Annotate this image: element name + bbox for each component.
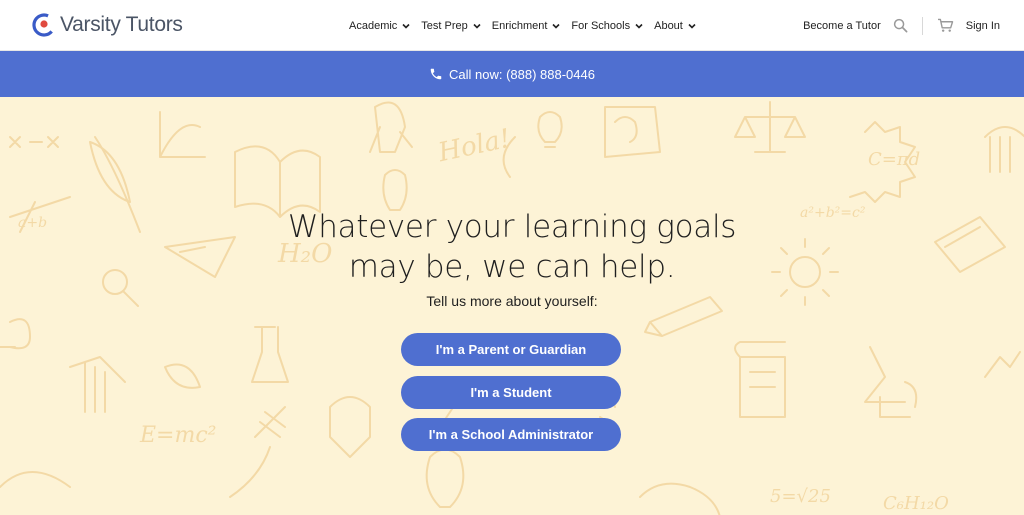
chevron-down-icon [552, 23, 560, 29]
brand-name: Varsity Tutors [60, 13, 183, 36]
nav-divider [921, 16, 923, 35]
svg-text:E=mc²: E=mc² [139, 423, 217, 448]
logo-mark-icon [32, 13, 56, 37]
cart-button[interactable] [937, 18, 954, 33]
phone-icon [430, 68, 442, 80]
chevron-down-icon [635, 23, 643, 29]
cart-icon [937, 18, 953, 32]
menu-academic[interactable]: Academic [349, 20, 410, 32]
menu-for-schools[interactable]: For Schools [571, 20, 643, 32]
menu-label: For Schools [571, 19, 631, 32]
menu-label: About [654, 19, 683, 32]
brand-logo[interactable]: Varsity Tutors [32, 10, 183, 40]
menu-test-prep[interactable]: Test Prep [421, 19, 481, 32]
menu-about[interactable]: About [654, 20, 696, 32]
top-navigation: Varsity Tutors Academic Test Prep Enrich… [0, 0, 1024, 51]
menu-label: Enrichment [491, 19, 548, 32]
svg-text:a²+b²=c²: a²+b²=c² [800, 205, 866, 221]
become-tutor-link[interactable]: Become a Tutor [803, 20, 881, 32]
hero-headline: Whatever your learning goals may be, we … [287, 209, 737, 285]
hero-subhead: Tell us more about yourself: [426, 293, 598, 309]
call-now-text: Call now: (888) 888-0446 [449, 66, 595, 82]
svg-text:5=√25: 5=√25 [770, 486, 831, 507]
chevron-down-icon [473, 23, 481, 29]
search-icon [893, 18, 908, 33]
svg-text:C₆H₁₂O: C₆H₁₂O [883, 493, 949, 514]
student-button[interactable]: I'm a Student [401, 376, 621, 409]
sign-in-link[interactable]: Sign In [966, 20, 1000, 32]
menu-label: Academic [349, 19, 398, 32]
menu-label: Test Prep [421, 19, 468, 32]
account-nav: Become a Tutor Sign In [803, 0, 1000, 51]
parent-guardian-button[interactable]: I'm a Parent or Guardian [401, 333, 621, 366]
svg-text:Hola!: Hola! [435, 124, 513, 169]
school-administrator-button[interactable]: I'm a School Administrator [401, 418, 621, 451]
chevron-down-icon [688, 23, 696, 29]
hero-section: a+b H₂O E=mc² Hola! C=πd a²+b²=c² 5=√25 … [0, 97, 1024, 515]
menu-enrichment[interactable]: Enrichment [492, 20, 561, 32]
main-menu: Academic Test Prep Enrichment For School… [349, 0, 707, 51]
search-button[interactable] [893, 18, 908, 33]
svg-text:a+b: a+b [18, 215, 47, 231]
chevron-down-icon [402, 23, 410, 29]
call-now-bar[interactable]: Call now: (888) 888-0446 [0, 51, 1024, 97]
svg-text:C=πd: C=πd [868, 149, 920, 170]
